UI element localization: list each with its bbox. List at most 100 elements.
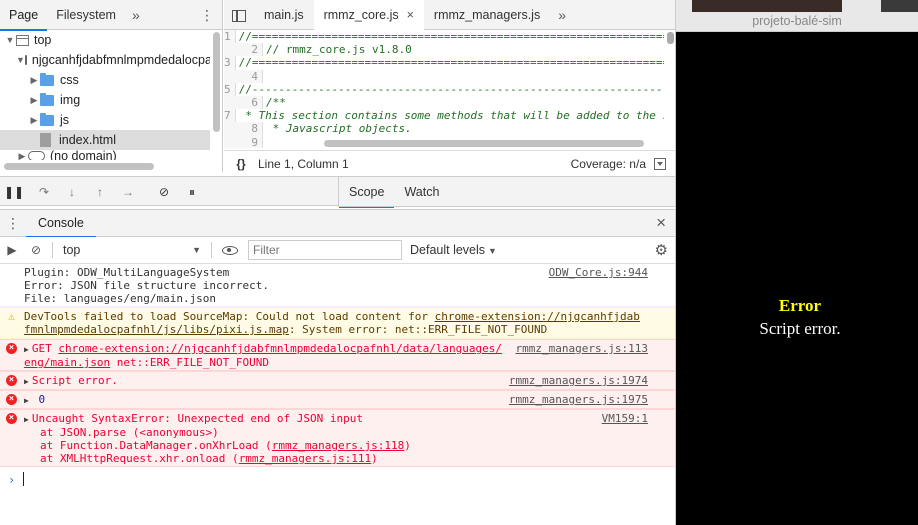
drawer-header: ⋮ Console × xyxy=(0,209,675,238)
console-message-error: × ▶ 0 rmmz_managers.js:1975 xyxy=(0,390,675,409)
coverage-status: Coverage: n/a xyxy=(570,156,646,171)
stack-source-link[interactable]: rmmz_managers.js:118 xyxy=(272,439,404,452)
expand-triangle-icon[interactable]: ▶ xyxy=(24,415,29,424)
sources-navigator: Page Filesystem » ⋮ ▼ top ▼ njgcanhfjdab… xyxy=(0,0,223,172)
editor-status-bar: {} Line 1, Column 1 Coverage: n/a xyxy=(224,150,675,176)
expand-triangle-icon[interactable]: ▶ xyxy=(24,377,29,386)
navigator-horizontal-scrollbar[interactable] xyxy=(4,163,154,170)
tree-item-img[interactable]: ▶ img xyxy=(0,90,210,110)
tab-filesystem[interactable]: Filesystem xyxy=(47,0,125,30)
message-source-link[interactable]: rmmz_managers.js:113 xyxy=(516,342,648,355)
message-source-link[interactable]: ODW_Core.js:944 xyxy=(549,266,648,279)
tree-item-css[interactable]: ▶ css xyxy=(0,70,210,90)
collapse-triangle-icon[interactable]: ▶ xyxy=(16,150,28,160)
clear-console-icon[interactable]: ⊘ xyxy=(24,243,48,257)
error-icon: × xyxy=(6,343,17,354)
message-body: Script error. xyxy=(31,374,118,387)
deactivate-breakpoints-icon[interactable]: ⊘ xyxy=(156,184,172,200)
step-over-icon[interactable]: ↷ xyxy=(36,184,52,200)
toggle-navigator-icon[interactable] xyxy=(224,7,254,22)
tab-console[interactable]: Console xyxy=(26,209,96,238)
sidebar-toggle-icon[interactable]: ▶ xyxy=(0,243,24,257)
pause-icon[interactable]: ❚❚ xyxy=(4,184,24,200)
collapse-triangle-icon[interactable]: ▶ xyxy=(28,90,40,110)
message-source-link[interactable]: rmmz_managers.js:1975 xyxy=(509,393,648,406)
expand-triangle-icon[interactable]: ▼ xyxy=(4,30,16,50)
code-editor[interactable]: 1//=====================================… xyxy=(224,30,664,148)
editor-tab-rmmz-core-js[interactable]: rmmz_core.js × xyxy=(313,0,424,30)
console-message-error: × ▶ Script error. rmmz_managers.js:1974 xyxy=(0,371,675,390)
more-editor-tabs-icon[interactable]: » xyxy=(550,0,574,30)
error-icon: × xyxy=(6,413,17,424)
stack-source-link[interactable]: rmmz_managers.js:111 xyxy=(239,452,371,465)
live-expression-eye-icon[interactable] xyxy=(222,245,238,255)
close-tab-icon[interactable]: × xyxy=(407,8,414,22)
line-number: 7 xyxy=(224,109,236,123)
message-prefix: DevTools failed to load SourceMap: Could… xyxy=(24,310,435,323)
editor-tabbar: main.js rmmz_core.js × rmmz_managers.js » xyxy=(224,0,675,30)
expand-triangle-icon[interactable]: ▶ xyxy=(24,345,29,354)
message-source-link[interactable]: VM159:1 xyxy=(602,412,648,425)
filter-input[interactable] xyxy=(248,240,402,260)
tree-item-no-domain[interactable]: ▶ (no domain) xyxy=(0,150,210,160)
more-tabs-icon[interactable]: » xyxy=(125,0,147,30)
tree-item-origin[interactable]: ▼ njgcanhfjdabfmnlmpmdedalocpafnhl xyxy=(0,50,210,70)
collapse-triangle-icon[interactable]: ▶ xyxy=(28,110,40,130)
stack-frame: at Function.DataManager.onXhrLoad (rmmz_… xyxy=(24,439,675,452)
editor-pane: main.js rmmz_core.js × rmmz_managers.js »… xyxy=(224,0,675,176)
line-number: 1 xyxy=(224,30,236,44)
pretty-print-icon[interactable]: {} xyxy=(224,157,258,171)
step-into-icon[interactable]: ↓ xyxy=(64,184,80,200)
drawer-menu-icon[interactable]: ⋮ xyxy=(0,215,26,232)
tree-item-js[interactable]: ▶ js xyxy=(0,110,210,130)
tab-scope[interactable]: Scope xyxy=(339,177,395,208)
line-number: 9 xyxy=(224,135,263,148)
line-number: 8 xyxy=(224,122,263,136)
tree-item-label: js xyxy=(60,113,70,127)
log-levels-dropdown[interactable]: Default levels ▼ xyxy=(410,243,497,257)
line-number: 6 xyxy=(224,95,263,110)
coverage-toggle-icon[interactable] xyxy=(654,157,666,170)
tree-item-top[interactable]: ▼ top xyxy=(0,30,210,50)
code-text: //======================================… xyxy=(238,30,664,43)
tree-item-label: top xyxy=(34,33,52,47)
toolbar-divider xyxy=(211,242,212,258)
message-text: DevTools failed to load SourceMap: Could… xyxy=(24,310,644,336)
kebab-menu-icon[interactable]: ⋮ xyxy=(200,0,214,30)
editor-tab-label: main.js xyxy=(264,7,304,22)
close-drawer-icon[interactable]: × xyxy=(656,213,666,233)
step-icon[interactable]: → xyxy=(120,184,136,200)
console-messages: Plugin: ODW_MultiLanguageSystem Error: J… xyxy=(0,264,675,525)
tree-item-label: (no domain) xyxy=(50,150,117,160)
navigator-vertical-scrollbar[interactable] xyxy=(213,32,220,132)
collapse-triangle-icon[interactable]: ▶ xyxy=(28,70,40,90)
console-message-error: × ▶ Uncaught SyntaxError: Unexpected end … xyxy=(0,409,675,467)
file-icon xyxy=(40,133,51,147)
chevron-down-icon: ▼ xyxy=(192,245,201,255)
message-source-link[interactable]: rmmz_managers.js:1974 xyxy=(509,374,648,387)
editor-tab-main-js[interactable]: main.js xyxy=(254,0,314,30)
pause-on-exceptions-icon[interactable]: ⏸ xyxy=(184,184,200,200)
code-text: /** xyxy=(266,95,286,109)
tab-watch[interactable]: Watch xyxy=(394,177,449,207)
context-selector[interactable]: top ▼ xyxy=(57,243,207,257)
editor-tab-rmmz-managers-js[interactable]: rmmz_managers.js xyxy=(424,0,550,30)
step-out-icon[interactable]: ↑ xyxy=(92,184,108,200)
expand-triangle-icon[interactable]: ▼ xyxy=(16,50,25,70)
console-input-cursor[interactable] xyxy=(23,472,24,486)
line-number: 2 xyxy=(224,43,263,57)
warning-icon: ⚠ xyxy=(8,310,15,323)
editor-horizontal-scrollbar[interactable] xyxy=(324,140,644,147)
cloud-icon xyxy=(28,151,45,160)
gear-icon[interactable]: ⚙ xyxy=(655,241,668,259)
tree-item-label: img xyxy=(60,93,81,107)
devtools-panel: Page Filesystem » ⋮ ▼ top ▼ njgcanhfjdab… xyxy=(0,0,676,525)
message-prefix: GET xyxy=(31,342,59,355)
game-title-bar: projeto-balé-sim xyxy=(676,0,918,32)
folder-icon xyxy=(40,112,54,126)
tree-item-index-html[interactable]: index.html xyxy=(0,130,210,150)
tab-page[interactable]: Page xyxy=(0,0,48,31)
editor-vertical-scrollbar[interactable] xyxy=(667,32,674,44)
expand-triangle-icon[interactable]: ▶ xyxy=(24,396,29,405)
